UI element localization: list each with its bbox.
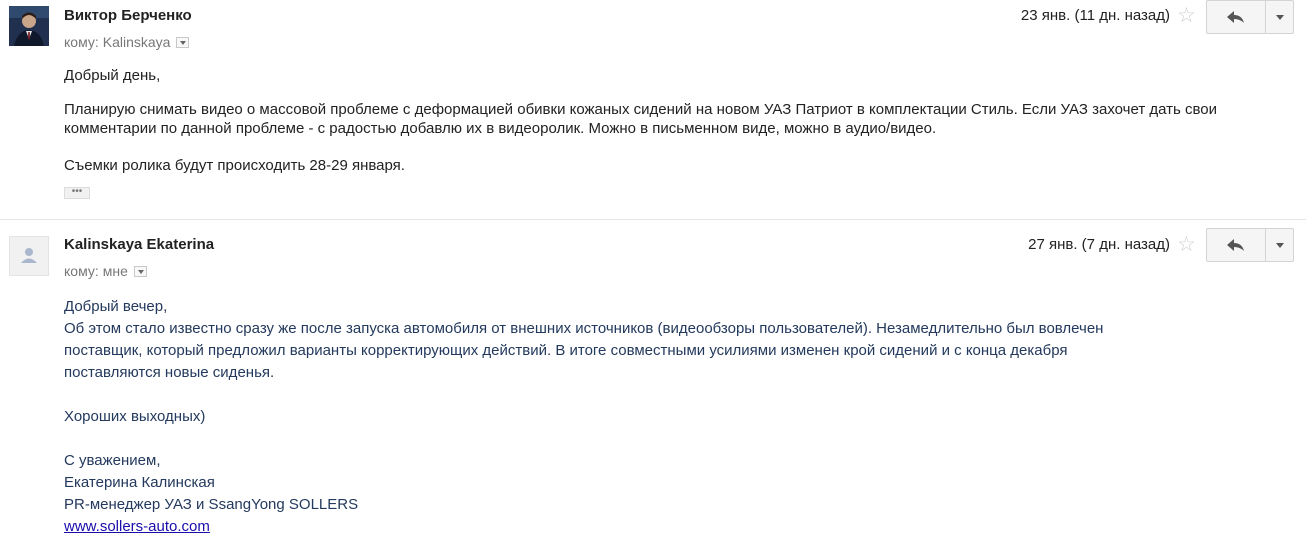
- reply-icon: [1227, 11, 1244, 23]
- body-line: Хороших выходных): [64, 408, 206, 425]
- sender-avatar[interactable]: [9, 236, 49, 276]
- email-message-2: Kalinskaya Ekaterina кому: мне 27 янв. (…: [0, 220, 1306, 546]
- body-line: PR-менеджер УАЗ и SsangYong SOLLERS: [64, 496, 359, 513]
- body-paragraph: Планирую снимать видео о массовой пробле…: [64, 101, 1218, 137]
- to-label: кому:: [64, 34, 99, 50]
- recipient-name: Kalinskaya: [102, 34, 171, 50]
- body-line: [64, 428, 1274, 450]
- message-date: 27 янв. (7 дн. назад): [1028, 236, 1170, 253]
- more-options-button[interactable]: [1266, 0, 1294, 34]
- to-label: кому:: [64, 263, 99, 279]
- recipient-details-dropdown[interactable]: [176, 36, 190, 48]
- body-line: Добрый вечер,: [64, 298, 168, 315]
- show-trimmed-content-button[interactable]: •••: [64, 187, 90, 199]
- body-line: Екатерина Калинская: [64, 474, 215, 491]
- more-options-button[interactable]: [1266, 228, 1294, 262]
- recipient-name: мне: [102, 263, 128, 279]
- reply-button-group: [1206, 228, 1294, 262]
- reply-button-group: [1206, 0, 1294, 34]
- reply-button[interactable]: [1206, 0, 1266, 34]
- body-line: [64, 384, 1274, 406]
- chevron-down-icon: [1275, 14, 1284, 20]
- signature-link[interactable]: www.sollers-auto.com: [64, 516, 1274, 538]
- star-icon[interactable]: ☆: [1177, 5, 1196, 26]
- star-icon[interactable]: ☆: [1177, 234, 1196, 255]
- email-message-1: Виктор Берченко кому: Kalinskaya 23 янв.…: [0, 0, 1306, 220]
- body-paragraph: Добрый день,: [64, 67, 161, 84]
- body-line: поставщик, который предложил варианты ко…: [64, 342, 1068, 359]
- message-date: 23 янв. (11 дн. назад): [1020, 7, 1170, 24]
- body-line: Об этом стало известно сразу же после за…: [64, 320, 1104, 337]
- body-line: С уважением,: [64, 452, 161, 469]
- recipient-line: кому: Kalinskaya: [64, 34, 190, 50]
- reply-button[interactable]: [1206, 228, 1266, 262]
- recipient-line: кому: мне: [64, 263, 147, 279]
- chevron-down-icon: [1275, 242, 1284, 248]
- body-paragraph: Съемки ролика будут происходить 28-29 ян…: [64, 157, 405, 174]
- avatar-photo: [9, 6, 49, 46]
- sender-avatar[interactable]: [9, 6, 49, 46]
- sender-name[interactable]: Виктор Берченко: [64, 7, 192, 24]
- recipient-details-dropdown[interactable]: [133, 265, 147, 277]
- reply-icon: [1227, 239, 1244, 251]
- sender-name[interactable]: Kalinskaya Ekaterina: [64, 236, 214, 253]
- default-avatar-icon: [21, 248, 37, 263]
- body-line: поставляются новые сиденья.: [64, 364, 275, 381]
- message-body: Добрый вечер, Об этом стало известно сра…: [64, 296, 1274, 538]
